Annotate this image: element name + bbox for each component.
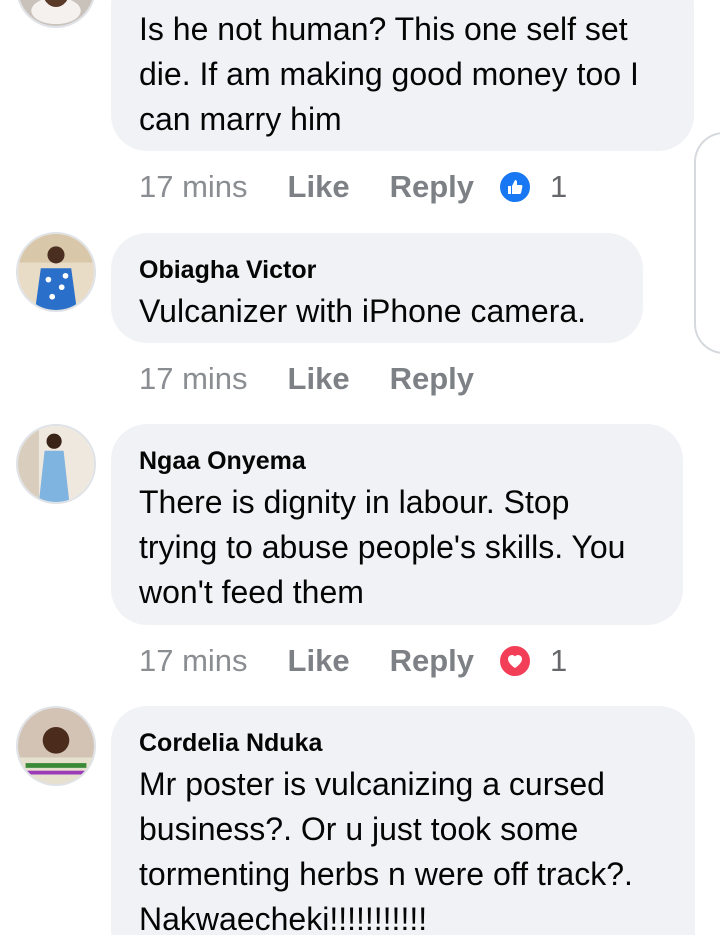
reaction-count: 1: [550, 169, 568, 204]
avatar-photo: [18, 234, 94, 310]
comment-bubble: Cordelia Nduka Mr poster is vulcanizing …: [111, 706, 695, 935]
comments-feed: Is he not human? This one self set die. …: [0, 0, 720, 935]
comment-bubble: Obiagha Victor Vulcanizer with iPhone ca…: [111, 233, 643, 343]
reply-button[interactable]: Reply: [390, 169, 474, 205]
avatar-photo: [18, 708, 94, 784]
comment-time: 17 mins: [139, 169, 248, 204]
avatar-photo: [18, 426, 94, 502]
love-reaction-icon[interactable]: [498, 644, 532, 678]
comment-text: Is he not human? This one self set die. …: [139, 11, 639, 137]
comment-bubble: Ngaa Onyema There is dignity in labour. …: [111, 424, 683, 625]
reply-button[interactable]: Reply: [390, 643, 474, 679]
avatar[interactable]: [16, 0, 96, 28]
like-reaction-icon[interactable]: [498, 170, 532, 204]
avatar[interactable]: [16, 706, 96, 786]
avatar[interactable]: [16, 424, 96, 504]
comment-time: 17 mins: [139, 643, 248, 678]
like-button[interactable]: Like: [288, 169, 350, 205]
comment-bubble: Is he not human? This one self set die. …: [111, 0, 694, 151]
comment-author[interactable]: Ngaa Onyema: [139, 446, 655, 476]
avatar[interactable]: [16, 232, 96, 312]
side-panel-edge: [694, 132, 720, 354]
comment-actions: 17 mins Like Reply 1: [139, 165, 567, 209]
comment-time: 17 mins: [139, 361, 248, 396]
comment-text: Mr poster is vulcanizing a cursed busine…: [139, 766, 633, 935]
avatar-photo: [18, 0, 94, 26]
comment-text: Vulcanizer with iPhone camera.: [139, 293, 587, 329]
comment-author[interactable]: Cordelia Nduka: [139, 728, 667, 758]
reply-button[interactable]: Reply: [390, 361, 474, 397]
comment-actions: 17 mins Like Reply 1: [139, 639, 567, 683]
comment-text: There is dignity in labour. Stop trying …: [139, 484, 626, 610]
comment-actions: 17 mins Like Reply: [139, 357, 498, 401]
reaction-count: 1: [550, 643, 568, 678]
like-button[interactable]: Like: [288, 643, 350, 679]
comment-author[interactable]: Obiagha Victor: [139, 255, 615, 285]
like-button[interactable]: Like: [288, 361, 350, 397]
